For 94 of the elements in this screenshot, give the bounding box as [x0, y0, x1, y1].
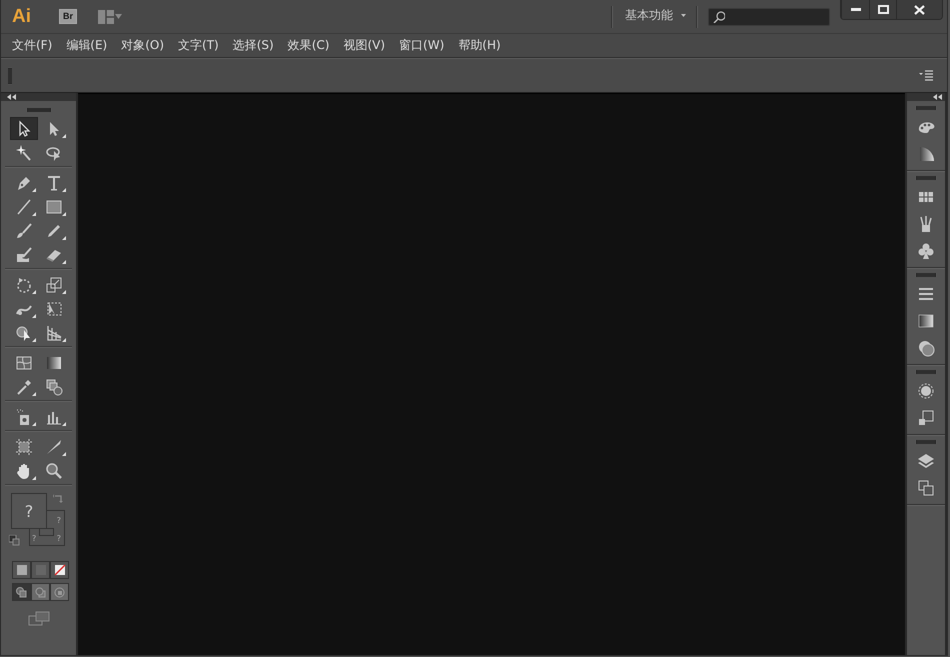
menu-item[interactable]: 文件(F): [5, 37, 60, 54]
rotate-icon: [15, 276, 33, 294]
panel-menu-icon: [919, 70, 933, 81]
layers-icon: [917, 452, 935, 470]
search-field[interactable]: [708, 8, 830, 26]
draw-normal-icon: [16, 586, 27, 598]
grip-icon: [916, 370, 936, 374]
menu-item[interactable]: 视图(V): [336, 37, 392, 54]
corner-triangle-icon: [62, 422, 66, 426]
arrange-documents-button[interactable]: [98, 10, 122, 24]
default-colors-icon: [9, 535, 20, 546]
menu-item[interactable]: 效果(C): [280, 37, 336, 54]
graphic-styles-icon: [917, 408, 935, 426]
collapse-arrows-icon: [7, 93, 16, 101]
perspective-grid-icon: [45, 324, 63, 342]
corner-triangle-icon: [62, 188, 66, 192]
caret-icon: [681, 14, 686, 16]
menu-item[interactable]: 编辑(E): [59, 37, 114, 54]
rectangle-icon: [45, 198, 63, 216]
search-icon: [713, 10, 725, 22]
appearance-circle-icon: [917, 382, 935, 400]
type-tool-icon: [45, 174, 63, 192]
draw-mode-button[interactable]: [31, 583, 50, 601]
mesh-icon: [15, 354, 33, 372]
color-mode-button[interactable]: [12, 561, 31, 579]
swap-arrows-icon: [53, 493, 64, 504]
corner-triangle-icon: [32, 392, 36, 396]
eyedropper-icon: [15, 378, 33, 396]
workspace-switcher[interactable]: 基本功能: [625, 6, 686, 26]
artboards-icon: [917, 478, 935, 496]
corner-triangle-icon: [32, 422, 36, 426]
close-button[interactable]: [896, 0, 942, 19]
scale-icon: [45, 276, 63, 294]
bridge-button[interactable]: Br: [59, 9, 77, 24]
none-mode-button[interactable]: [50, 561, 69, 579]
club-icon: [917, 242, 935, 260]
maximize-icon: [878, 5, 888, 14]
grip-icon: [8, 68, 12, 84]
corner-triangle-icon: [32, 476, 36, 480]
corner-triangle-icon: [62, 236, 66, 240]
corner-triangle-icon: [62, 452, 66, 456]
grip-icon: [916, 106, 936, 110]
corner-triangle-icon: [62, 134, 66, 138]
free-transform-icon: [45, 300, 63, 318]
draw-mode-button[interactable]: [50, 583, 69, 601]
grip-icon: [26, 107, 50, 112]
shape-builder-icon: [15, 324, 33, 342]
minimize-icon: [850, 8, 860, 11]
corner-triangle-icon: [32, 212, 36, 216]
none-swatch-icon: [54, 564, 66, 576]
corner-triangle-icon: [62, 290, 66, 294]
line-icon: [15, 198, 33, 216]
draw-mode-button[interactable]: [12, 583, 31, 601]
collapse-arrows-icon: [933, 93, 942, 101]
stroke-unknown-mark: ?: [32, 534, 36, 543]
magic-wand-icon: [15, 144, 33, 162]
color-guide-icon: [917, 144, 935, 162]
draw-inside-icon: [54, 586, 65, 598]
panel-menu-button[interactable]: [919, 70, 933, 81]
blend-icon: [45, 378, 63, 396]
corner-triangle-icon: [62, 212, 66, 216]
minimize-button[interactable]: [841, 0, 869, 19]
grip-icon: [916, 440, 936, 444]
overlapping-circles-icon: [917, 338, 935, 356]
screen-mode-icon: [28, 611, 50, 626]
stroke-unknown-mark: ?: [56, 516, 61, 525]
gradient-icon: [917, 312, 935, 330]
menu-item[interactable]: 对象(O): [114, 37, 172, 54]
menu-item[interactable]: 选择(S): [226, 37, 281, 54]
corner-triangle-icon: [62, 338, 66, 342]
layout-icon: [98, 10, 114, 24]
maximize-button[interactable]: [869, 0, 896, 19]
grip-icon: [916, 176, 936, 180]
corner-triangle-icon: [62, 260, 66, 264]
artboard-icon: [15, 438, 33, 456]
color-swatch-icon: [16, 564, 28, 576]
corner-triangle-icon: [32, 188, 36, 192]
menu-item[interactable]: 帮助(H): [451, 37, 508, 54]
menu-item[interactable]: 文字(T): [171, 37, 226, 54]
grip-icon: [916, 273, 936, 277]
dropdown-arrow-icon: [115, 14, 122, 19]
menu-item[interactable]: 窗口(W): [392, 37, 452, 54]
close-icon: [914, 4, 925, 14]
fill-swatch[interactable]: ?: [11, 493, 47, 529]
app-logo: Ai: [12, 6, 32, 28]
blob-brush-icon: [15, 246, 33, 264]
corner-triangle-icon: [32, 290, 36, 294]
corner-triangle-icon: [32, 314, 36, 318]
tool-button[interactable]: [10, 117, 38, 140]
stroke-unknown-mark: ?: [56, 534, 61, 543]
magnifier-icon: [45, 462, 63, 480]
paintbrush-icon: [15, 222, 33, 240]
corner-triangle-icon: [32, 338, 36, 342]
draw-behind-icon: [35, 586, 46, 598]
